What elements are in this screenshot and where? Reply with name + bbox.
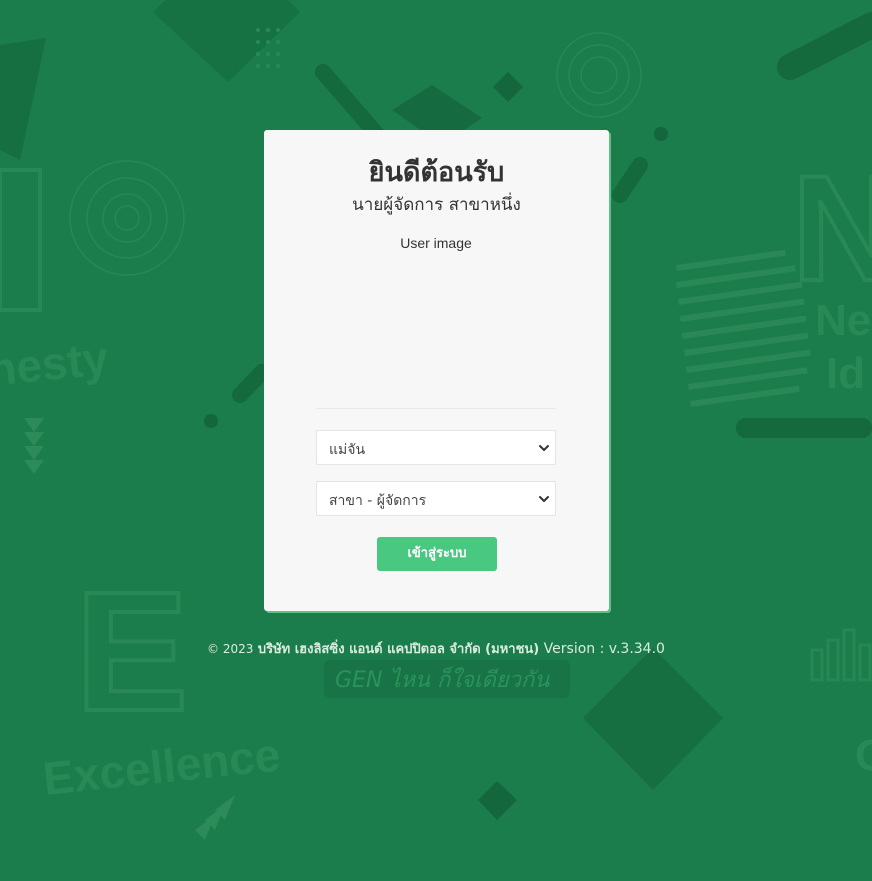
version-text: Version : v.3.34.0 <box>543 641 665 657</box>
login-button[interactable]: เข้าสู่ระบบ <box>377 537 497 571</box>
chevron-down-icon <box>539 496 549 502</box>
company-select-value: แม่จัน <box>329 442 366 458</box>
copyright-text: © 2023 <box>207 642 254 656</box>
branch-select-value: สาขา - ผู้จัดการ <box>329 493 427 509</box>
company-name: บริษัท เฮงลิสซิ่ง แอนด์ แคปปิตอล จำกัด (… <box>257 642 540 657</box>
svg-text:N: N <box>792 144 872 312</box>
company-select[interactable]: แม่จัน <box>316 430 556 465</box>
welcome-title: ยินดีต้อนรับ <box>368 157 505 188</box>
svg-text:G: G <box>855 731 872 780</box>
svg-text:Id: Id <box>826 349 865 398</box>
footer: © 2023 บริษัท เฮงลิสซิ่ง แอนด์ แคปปิตอล … <box>0 638 872 659</box>
svg-text:nesty: nesty <box>0 332 111 396</box>
svg-text:GEN ไหน ก็ใจเดียวกัน: GEN ไหน ก็ใจเดียวกัน <box>335 666 550 693</box>
user-name-subtitle: นายผู้จัดการ สาขาหนึ่ง <box>352 195 521 215</box>
branch-select[interactable]: สาขา - ผู้จัดการ <box>316 481 556 516</box>
user-image: User image <box>316 235 556 405</box>
user-image-alt-text: User image <box>400 235 472 251</box>
svg-text:Ne: Ne <box>815 296 871 345</box>
chevron-down-icon <box>539 445 549 451</box>
divider <box>316 408 556 409</box>
login-card: ยินดีต้อนรับ นายผู้จัดการ สาขาหนึ่ง User… <box>264 130 609 611</box>
